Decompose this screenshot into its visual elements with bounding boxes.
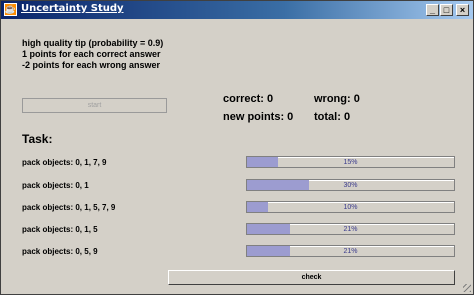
check-button[interactable]: check [168, 270, 455, 285]
app-window: ☕ Uncertainty Study _ □ × high quality t… [0, 0, 474, 295]
task-label: pack objects: 0, 1, 5 [22, 225, 98, 234]
task-heading: Task: [22, 132, 53, 146]
correct-count: correct: 0 [223, 93, 274, 105]
task-progress-bar: 15% [246, 156, 455, 168]
progress-percent: 15% [343, 158, 358, 166]
correct-points-text: 1 points for each correct answer [22, 49, 161, 59]
tip-quality-text: high quality tip (probability = 0.9) [22, 38, 164, 48]
task-label: pack objects: 0, 1, 7, 9 [22, 158, 107, 167]
resize-grip[interactable] [463, 284, 471, 292]
progress-percent: 21% [343, 247, 358, 255]
task-progress-bar: 21% [246, 245, 455, 257]
start-button[interactable]: start [22, 98, 167, 113]
window-title: Uncertainty Study [21, 3, 124, 14]
task-label: pack objects: 0, 1 [22, 181, 89, 190]
title-bar[interactable]: ☕ Uncertainty Study _ □ × [1, 1, 473, 19]
java-cup-icon: ☕ [4, 3, 17, 16]
close-button[interactable]: × [456, 4, 469, 16]
wrong-points-text: -2 points for each wrong answer [22, 60, 161, 70]
maximize-button[interactable]: □ [440, 4, 453, 16]
task-label: pack objects: 0, 5, 9 [22, 247, 98, 256]
task-progress-bar: 10% [246, 201, 455, 213]
task-label: pack objects: 0, 1, 5, 7, 9 [22, 203, 116, 212]
task-progress-bar: 30% [246, 179, 455, 191]
new-points: new points: 0 [223, 111, 294, 123]
total-points: total: 0 [314, 111, 351, 123]
progress-percent: 10% [343, 203, 358, 211]
progress-percent: 30% [343, 181, 358, 189]
wrong-count: wrong: 0 [314, 93, 360, 105]
progress-percent: 21% [343, 225, 358, 233]
task-progress-bar: 21% [246, 223, 455, 235]
minimize-button[interactable]: _ [426, 4, 439, 16]
